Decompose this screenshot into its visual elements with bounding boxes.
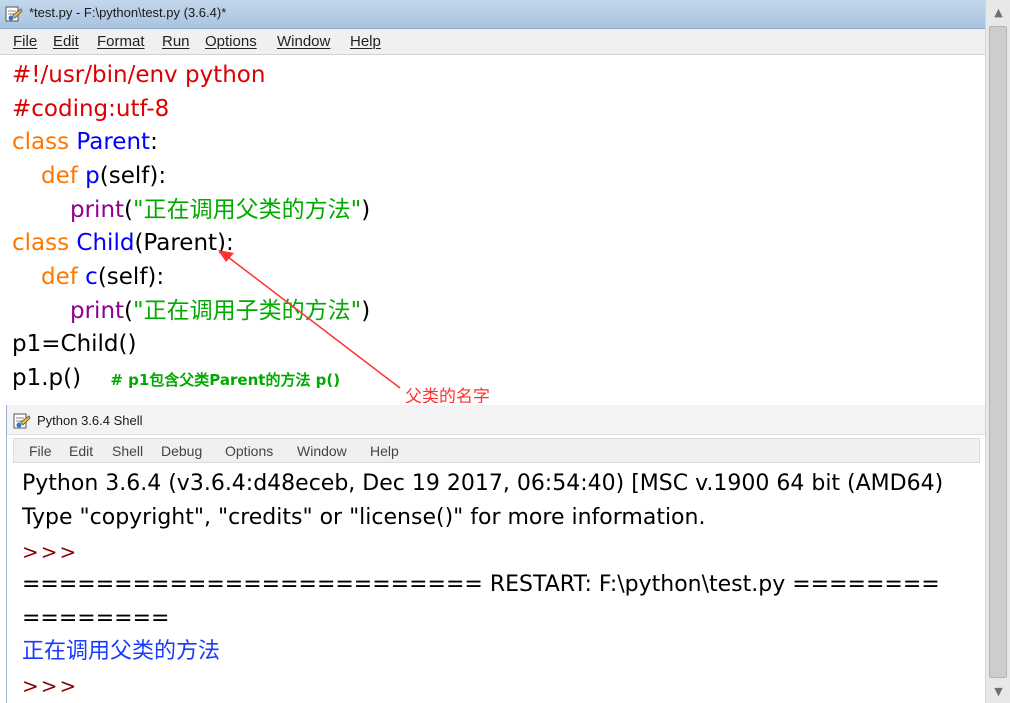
shell-prompt: >>> (22, 674, 79, 698)
code-text: (self): (97, 264, 165, 290)
shell-banner: Python 3.6.4 (v3.6.4:d48eceb, Dec 19 201… (22, 471, 944, 496)
editor-menubar: File Edit Format Run Options Window Help (0, 29, 985, 55)
shell-prompt: >>> (22, 540, 79, 564)
code-line-3: class Parent: (12, 126, 158, 159)
code-line-7: def c(self): (41, 261, 164, 294)
builtin: print (70, 197, 125, 223)
scrollbar-thumb[interactable] (989, 26, 1007, 678)
shell-menu-shell[interactable]: Shell (112, 443, 143, 459)
function-name: c (85, 264, 98, 290)
scroll-up-arrow-icon[interactable]: ▲ (986, 2, 1010, 24)
annotation-label: 父类的名字 (405, 387, 490, 403)
scroll-down-arrow-icon[interactable]: ▼ (986, 681, 1010, 703)
shell-info: Type "copyright", "credits" or "license(… (22, 505, 706, 530)
menu-run[interactable]: Run (162, 33, 190, 50)
keyword: def (41, 163, 78, 189)
shell-restart-continued: ======== (22, 606, 170, 631)
shell-stdout: 正在调用父类的方法 (22, 639, 221, 664)
code-line-2: #coding:utf-8 (12, 96, 170, 122)
menu-file[interactable]: File (13, 33, 37, 50)
code-text: ( (124, 197, 134, 223)
keyword: class (12, 230, 70, 256)
shell-menu-window[interactable]: Window (297, 443, 347, 459)
shell-window: Python 3.6.4 Shell File Edit Shell Debug… (6, 405, 985, 703)
shell-menu-options[interactable]: Options (225, 443, 273, 459)
class-name: Child (76, 230, 135, 256)
code-line-9: p1=Child() (12, 331, 137, 357)
menu-format[interactable]: Format (97, 33, 145, 50)
shell-menubar: File Edit Shell Debug Options Window Hel… (13, 438, 980, 463)
vertical-scrollbar[interactable]: ▲ ▼ (985, 0, 1010, 703)
code-text: (self): (99, 163, 167, 189)
editor-titlebar[interactable]: *test.py - F:\python\test.py (3.6.4)* (0, 0, 985, 29)
code-text: ( (124, 298, 134, 324)
editor-window-title: *test.py - F:\python\test.py (3.6.4)* (29, 5, 227, 20)
shell-titlebar[interactable]: Python 3.6.4 Shell (7, 405, 985, 435)
class-name: Parent (76, 129, 151, 155)
code-line-6: class Child(Parent): (12, 227, 234, 260)
code-text: p1.p() (12, 365, 82, 391)
idle-icon (5, 6, 23, 22)
shell-menu-file[interactable]: File (29, 443, 52, 459)
string-literal: "正在调用子类的方法" (133, 298, 362, 324)
function-name: p (85, 163, 100, 189)
shell-restart-line: ========================= RESTART: F:\py… (22, 572, 940, 597)
code-line-5: print("正在调用父类的方法") (70, 194, 370, 227)
shell-menu-debug[interactable]: Debug (161, 443, 202, 459)
keyword: def (41, 264, 78, 290)
shell-window-title: Python 3.6.4 Shell (37, 413, 143, 428)
code-text: (Parent): (134, 230, 234, 256)
menu-edit[interactable]: Edit (53, 33, 79, 50)
menu-window[interactable]: Window (277, 33, 330, 50)
menu-options[interactable]: Options (205, 33, 257, 50)
menu-help[interactable]: Help (350, 33, 381, 50)
inline-comment: # p1包含父类Parent的方法 p() (110, 371, 341, 389)
shell-menu-help[interactable]: Help (370, 443, 399, 459)
string-literal: "正在调用父类的方法" (133, 197, 362, 223)
shell-menu-edit[interactable]: Edit (69, 443, 93, 459)
code-line-1: #!/usr/bin/env python (12, 62, 266, 88)
keyword: class (12, 129, 70, 155)
code-line-4: def p(self): (41, 160, 166, 193)
code-line-8: print("正在调用子类的方法") (70, 295, 370, 328)
idle-icon (13, 413, 31, 429)
code-editor[interactable]: #!/usr/bin/env python #coding:utf-8 clas… (0, 56, 985, 403)
builtin: print (70, 298, 125, 324)
editor-window: *test.py - F:\python\test.py (3.6.4)* Fi… (0, 0, 985, 403)
shell-output[interactable]: Python 3.6.4 (v3.6.4:d48eceb, Dec 19 201… (7, 467, 985, 703)
code-line-10: p1.p() # p1包含父类Parent的方法 p() (12, 362, 340, 395)
code-text: : (150, 129, 158, 155)
code-text: ) (361, 197, 371, 223)
code-text: ) (361, 298, 371, 324)
